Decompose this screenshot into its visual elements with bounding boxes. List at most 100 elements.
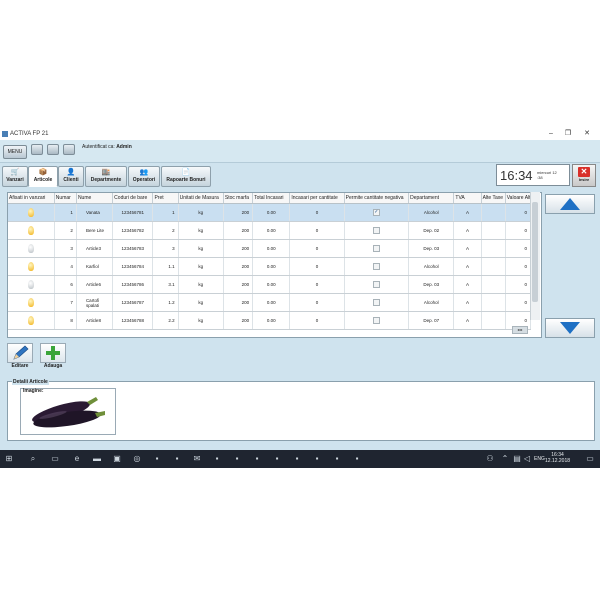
cell-departament[interactable]: Dep. 03 — [408, 275, 455, 294]
store-icon[interactable]: ▣ — [112, 454, 122, 464]
table-cell[interactable] — [344, 311, 410, 330]
col-header[interactable]: Stoc marfa — [223, 193, 254, 204]
lightbulb-icon[interactable] — [27, 225, 34, 235]
lightbulb-icon[interactable] — [27, 243, 34, 253]
col-header[interactable]: Numar — [54, 193, 77, 204]
cell-nume[interactable]: Article3 — [76, 239, 114, 258]
network-icon[interactable]: ▤ — [512, 454, 522, 464]
cell-alte-taxe[interactable] — [481, 293, 506, 312]
cell-total[interactable]: 0.00 — [252, 275, 291, 294]
article-image-box[interactable]: Imagine: — [20, 388, 116, 435]
system-clock[interactable]: 16:34 12.12.2018 — [545, 452, 570, 464]
col-header[interactable]: Coduri de bare — [112, 193, 154, 204]
printer-icon[interactable] — [47, 144, 59, 155]
file-explorer-icon[interactable]: ▬ — [92, 454, 102, 464]
cell-valoare[interactable]: 0 — [505, 257, 532, 276]
cell-stoc[interactable]: 200 — [223, 293, 254, 312]
cell-alte-taxe[interactable] — [481, 275, 506, 294]
menu-button[interactable]: MENU — [3, 145, 27, 159]
cell-incasari[interactable]: 0 — [289, 311, 345, 330]
app-icon-6[interactable]: ▪ — [292, 454, 302, 464]
cell-total[interactable]: 0.00 — [252, 221, 291, 240]
cell-total[interactable]: 0.00 — [252, 203, 291, 222]
table-cell[interactable] — [344, 221, 410, 240]
cell-stoc[interactable]: 200 — [223, 221, 254, 240]
cell-incasari[interactable]: 0 — [289, 275, 345, 294]
cell-um[interactable]: kg — [178, 239, 224, 258]
cell-tva[interactable]: A — [453, 203, 482, 222]
cell-departament[interactable]: Dep. 07 — [408, 311, 455, 330]
maximize-button[interactable]: ❐ — [561, 129, 575, 139]
edge-browser-icon[interactable]: e — [72, 454, 82, 464]
table-cell[interactable] — [8, 203, 55, 222]
lightbulb-icon[interactable] — [27, 297, 34, 307]
cell-departament[interactable]: Alcohol — [408, 293, 455, 312]
cell-total[interactable]: 0.00 — [252, 293, 291, 312]
search-icon[interactable]: ⌕ — [28, 454, 38, 464]
table-vertical-scrollbar[interactable] — [530, 192, 540, 320]
col-header[interactable]: Departament — [408, 193, 455, 204]
tab-rapoarte-bonuri[interactable]: 📄 Rapoarte Bonuri — [161, 166, 211, 187]
scroll-down-button[interactable] — [545, 318, 595, 338]
chrome-icon[interactable]: ◎ — [132, 454, 142, 464]
cell-numar[interactable]: 7 — [54, 293, 77, 312]
col-header[interactable]: Pret — [152, 193, 179, 204]
cell-cod[interactable]: 123456788 — [112, 311, 154, 330]
cell-tva[interactable]: A — [453, 257, 482, 276]
cell-um[interactable]: kg — [178, 311, 224, 330]
lightbulb-icon[interactable] — [27, 207, 34, 217]
cell-um[interactable]: kg — [178, 293, 224, 312]
col-header[interactable]: Nume — [76, 193, 114, 204]
col-header[interactable]: Alte Taxe — [481, 193, 506, 204]
cell-stoc[interactable]: 200 — [223, 239, 254, 258]
pdf-icon[interactable]: ▪ — [232, 454, 242, 464]
cell-alte-taxe[interactable] — [481, 239, 506, 258]
table-row[interactable]: 2 Bere Lite 123456782 2 kg 200 0.00 0 Dep. 02 A 0 — [8, 221, 532, 240]
volume-icon[interactable]: ◁ — [522, 454, 532, 464]
table-cell[interactable] — [8, 239, 55, 258]
cell-cod[interactable]: 123456781 — [112, 203, 154, 222]
cell-tva[interactable]: A — [453, 221, 482, 240]
cell-numar[interactable]: 2 — [54, 221, 77, 240]
cell-numar[interactable]: 6 — [54, 275, 77, 294]
people-icon[interactable]: ⚇ — [485, 454, 495, 464]
tab-operatori[interactable]: 👥 Operatori — [128, 166, 160, 187]
cell-numar[interactable]: 4 — [54, 257, 77, 276]
cell-tva[interactable]: A — [453, 239, 482, 258]
scrollbar-thumb[interactable] — [532, 202, 538, 302]
table-cell[interactable] — [344, 293, 410, 312]
cell-cod[interactable]: 123456784 — [112, 257, 154, 276]
cell-nume[interactable]: Karfiol — [76, 257, 114, 276]
checkbox[interactable] — [372, 244, 380, 252]
tab-clienti[interactable]: 👤 Clienti — [58, 166, 84, 187]
table-row[interactable]: 7 Cartofi spalati 123456787 1.2 kg 200 0.00 0 Al… — [8, 293, 532, 312]
notifications-icon[interactable]: ▭ — [585, 454, 595, 464]
table-cell[interactable] — [344, 257, 410, 276]
cell-um[interactable]: kg — [178, 203, 224, 222]
activa-app-icon[interactable]: ▪ — [352, 454, 362, 464]
cell-pret[interactable]: 1.1 — [152, 257, 179, 276]
exit-button[interactable]: ✕ Iesire — [572, 164, 596, 187]
lightbulb-icon[interactable] — [27, 279, 34, 289]
tab-vanzari[interactable]: 🛒 Vanzari — [2, 166, 28, 187]
table-cell[interactable]: ✓ — [344, 203, 410, 222]
mail-icon[interactable]: ✉ — [192, 454, 202, 464]
cell-stoc[interactable]: 200 — [223, 203, 254, 222]
cell-alte-taxe[interactable] — [481, 221, 506, 240]
cell-cod[interactable]: 123456783 — [112, 239, 154, 258]
language-indicator[interactable]: ENG — [534, 456, 545, 462]
tools-icon[interactable] — [63, 144, 75, 155]
lightbulb-icon[interactable] — [27, 261, 34, 271]
col-header[interactable]: Unitati de Masura — [178, 193, 224, 204]
col-header[interactable]: TVA — [453, 193, 482, 204]
lightbulb-icon[interactable] — [27, 315, 34, 325]
cell-alte-taxe[interactable] — [481, 257, 506, 276]
cell-nume[interactable]: Vanata — [76, 203, 114, 222]
cell-cod[interactable]: 123456787 — [112, 293, 154, 312]
cell-numar[interactable]: 3 — [54, 239, 77, 258]
cell-numar[interactable]: 8 — [54, 311, 77, 330]
cell-stoc[interactable]: 200 — [223, 311, 254, 330]
app-icon-4[interactable]: ▪ — [252, 454, 262, 464]
tray-arrow-icon[interactable]: ⌃ — [500, 454, 510, 464]
table-cell[interactable] — [344, 275, 410, 294]
